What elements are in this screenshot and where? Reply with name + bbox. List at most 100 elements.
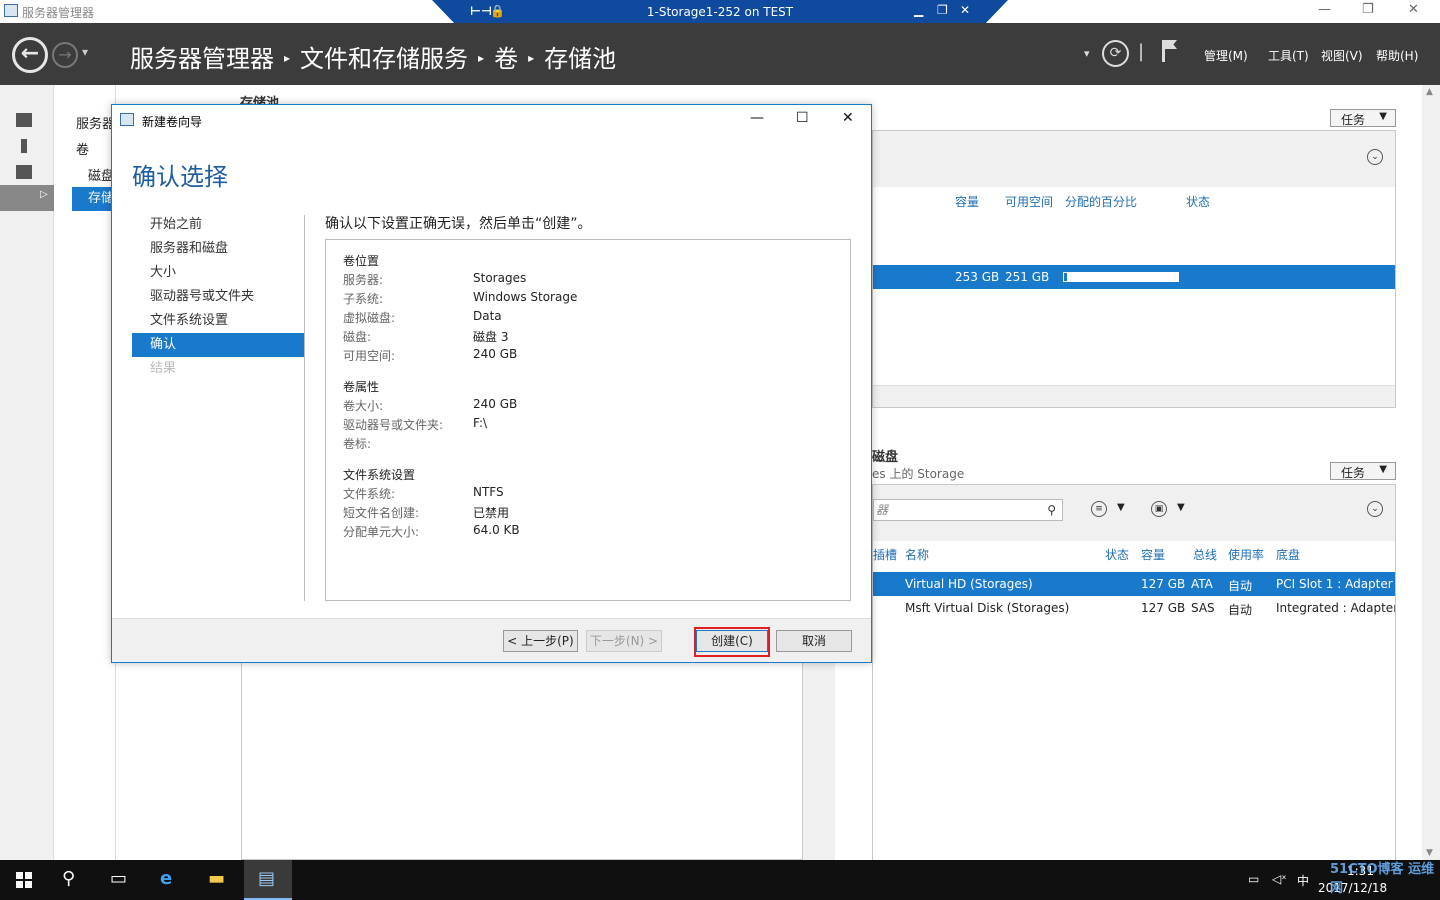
setting-label: 子系统: <box>343 292 384 306</box>
chevron-down-icon: ▼ <box>1379 111 1387 122</box>
close-button[interactable]: ✕ <box>1408 2 1419 17</box>
search-icon[interactable]: ⚲ <box>1047 500 1056 520</box>
header-divider: | <box>1138 41 1145 62</box>
setting-label: 驱动器号或文件夹: <box>343 418 444 432</box>
tasks-dropdown-button[interactable]: 任务 ▼ <box>1330 109 1396 127</box>
disk-bus: SAS <box>1191 601 1215 615</box>
column-header-name[interactable]: 名称 <box>905 546 929 563</box>
expand-chevron-icon[interactable]: ⌄ <box>1367 501 1383 517</box>
server-manager-taskbar-button[interactable]: ▤ <box>244 860 292 900</box>
all-servers-icon[interactable] <box>16 165 32 179</box>
column-header-chassis[interactable]: 底盘 <box>1276 546 1300 563</box>
dialog-minimize-button[interactable]: — <box>750 110 764 126</box>
dialog-maximize-button[interactable]: ☐ <box>796 110 809 126</box>
rdp-restore-button[interactable]: ❐ <box>937 3 948 17</box>
step-drive-letter[interactable]: 驱动器号或文件夹 <box>132 285 304 309</box>
previous-button[interactable]: < 上一步(P) <box>503 630 578 652</box>
breadcrumb-item[interactable]: 文件和存储服务 <box>300 45 468 73</box>
back-arrow-icon[interactable]: ← <box>12 37 48 73</box>
column-header-capacity[interactable]: 容量 <box>1141 546 1165 563</box>
column-header-capacity[interactable]: 容量 <box>955 193 979 210</box>
dialog-close-button[interactable]: ✕ <box>842 110 854 126</box>
file-storage-services-icon[interactable] <box>0 185 54 211</box>
breadcrumb-separator: ▸ <box>284 51 291 65</box>
rdp-minimize-button[interactable]: ▁ <box>914 3 923 17</box>
pool-capacity: 253 GB <box>955 270 1000 284</box>
menu-manage[interactable]: 管理(M) <box>1204 47 1248 64</box>
internet-explorer-icon[interactable]: e <box>160 868 172 889</box>
network-icon[interactable]: ▭ <box>1248 872 1259 886</box>
new-volume-wizard-dialog: 新建卷向导 — ☐ ✕ 确认选择 开始之前 服务器和磁盘 大小 驱动器号或文件夹… <box>111 104 872 663</box>
filter-input[interactable]: 器 ⚲ <box>873 499 1063 521</box>
tree-item-volumes[interactable]: 卷 <box>76 139 89 158</box>
file-explorer-icon[interactable]: ▬ <box>208 868 225 889</box>
column-header-slot[interactable]: 插槽 <box>873 546 897 563</box>
step-file-system[interactable]: 文件系统设置 <box>132 309 304 333</box>
minimize-button[interactable]: — <box>1318 2 1331 17</box>
volume-muted-icon[interactable]: ◁ˣ <box>1272 872 1287 886</box>
step-size[interactable]: 大小 <box>132 261 304 285</box>
table-row[interactable]: Virtual HD (Storages) 127 GB ATA 自动 PCI … <box>873 572 1395 596</box>
server-manager-header: ← → ▾ 服务器管理器 ▸ 文件和存储服务 ▸ 卷 ▸ 存储池 ▾ ⟳ | 管理(M) 工… <box>0 23 1440 85</box>
breadcrumb-separator: ▸ <box>528 51 535 65</box>
step-server-and-disk[interactable]: 服务器和磁盘 <box>132 237 304 261</box>
storage-pool-grid: ⌄ 容量 可用空间 分配的百分比 状态 253 GB 251 GB <box>872 130 1396 408</box>
scroll-down-icon[interactable]: ▼ <box>1426 848 1433 858</box>
column-header-status[interactable]: 状态 <box>1186 193 1210 210</box>
disk-tasks-dropdown-button[interactable]: 任务 ▼ <box>1330 462 1396 480</box>
panel-splitter <box>802 660 835 860</box>
setting-value: Data <box>473 309 502 323</box>
menu-view[interactable]: 视图(V) <box>1321 47 1363 64</box>
disk-capacity: 127 GB <box>1141 577 1186 591</box>
column-header-bus[interactable]: 总线 <box>1193 546 1217 563</box>
divider <box>304 215 305 601</box>
breadcrumb-item[interactable]: 服务器管理器 <box>130 45 274 73</box>
step-confirmation[interactable]: 确认 <box>132 333 304 357</box>
ime-indicator[interactable]: 中 <box>1297 872 1309 889</box>
column-header-allocated[interactable]: 分配的百分比 <box>1065 193 1137 210</box>
column-header-status[interactable]: 状态 <box>1105 546 1129 563</box>
expand-chevron-icon[interactable]: ⌄ <box>1367 149 1383 165</box>
windows-logo-icon <box>16 881 23 888</box>
notifications-flag-icon[interactable] <box>1162 40 1176 62</box>
header-dropdown-icon[interactable]: ▾ <box>1084 47 1090 60</box>
confirmation-summary[interactable]: 卷位置 服务器: Storages 子系统: Windows Storage 虚… <box>325 239 851 601</box>
column-header-free-space[interactable]: 可用空间 <box>1005 193 1053 210</box>
tree-nav: 服务器 卷 磁盘 存储池 <box>56 85 127 860</box>
save-query-icon[interactable]: ▣ <box>1151 501 1167 517</box>
taskbar: ⚲ ▭ e ▬ ▤ ▭ ◁ˣ 中 1:31 2017/12/18 <box>0 860 1440 900</box>
tasks-label: 任务 <box>1341 113 1366 127</box>
column-header-usage[interactable]: 使用率 <box>1228 546 1264 563</box>
refresh-icon[interactable]: ⟳ <box>1102 40 1129 67</box>
table-row[interactable]: Msft Virtual Disk (Storages) 127 GB SAS … <box>873 596 1395 620</box>
local-server-icon[interactable] <box>21 139 27 153</box>
main-scrollbar[interactable]: ▲ ▼ <box>1422 85 1440 860</box>
forward-arrow-icon[interactable]: → <box>52 42 78 68</box>
history-dropdown-icon[interactable]: ▾ <box>82 45 88 59</box>
dashboard-icon[interactable] <box>16 113 32 127</box>
task-view-icon[interactable]: ▭ <box>110 868 127 889</box>
section-title: 卷位置 <box>343 254 380 268</box>
tree-item-servers[interactable]: 服务器 <box>76 113 115 132</box>
tree-item-storage-pools[interactable]: 存储池 <box>72 187 127 211</box>
pool-free-space: 251 GB <box>1005 270 1050 284</box>
restore-button[interactable]: ❐ <box>1362 2 1374 17</box>
cancel-button[interactable]: 取消 <box>776 630 852 652</box>
storage-pool-row[interactable]: 253 GB 251 GB <box>873 265 1395 289</box>
breadcrumb-item[interactable]: 卷 <box>494 45 518 73</box>
rdp-close-button[interactable]: ✕ <box>960 3 970 17</box>
setting-label: 可用空间: <box>343 349 396 363</box>
start-button[interactable] <box>16 872 32 888</box>
search-icon[interactable]: ⚲ <box>62 868 75 889</box>
chevron-down-icon[interactable]: ▼ <box>1117 502 1125 513</box>
scroll-up-icon[interactable]: ▲ <box>1426 87 1433 97</box>
chevron-down-icon[interactable]: ▼ <box>1177 502 1185 513</box>
menu-help[interactable]: 帮助(H) <box>1376 47 1418 64</box>
next-button[interactable]: 下一步(N) > <box>586 630 662 652</box>
instruction-text: 确认以下设置正确无误，然后单击“创建”。 <box>325 216 592 232</box>
breadcrumb-item[interactable]: 存储池 <box>544 45 616 73</box>
setting-label: 磁盘: <box>343 330 372 344</box>
step-before-you-begin[interactable]: 开始之前 <box>132 213 304 237</box>
menu-tools[interactable]: 工具(T) <box>1268 47 1309 64</box>
list-view-icon[interactable]: ≡ <box>1091 501 1107 517</box>
